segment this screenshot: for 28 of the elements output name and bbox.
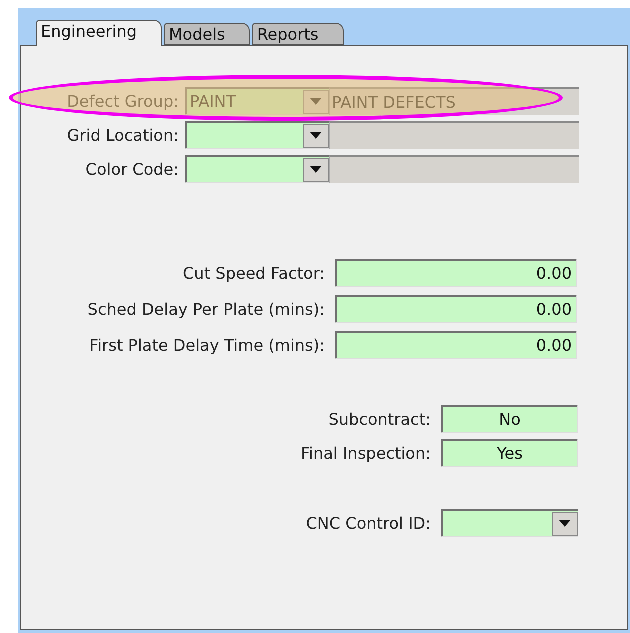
dropdown-button[interactable] xyxy=(303,124,329,148)
tab[interactable]: Engineering xyxy=(36,20,162,46)
field-label: Cut Speed Factor: xyxy=(182,264,325,282)
number-field[interactable]: 0.00 xyxy=(335,331,577,359)
caret-icon xyxy=(559,520,571,527)
caret-icon xyxy=(310,98,322,105)
tab[interactable]: Models xyxy=(164,23,250,45)
dropdown-button[interactable] xyxy=(303,158,329,182)
field-label: Sched Delay Per Plate (mins): xyxy=(86,300,325,318)
description-field: PAINT DEFECTS xyxy=(329,87,579,115)
dropdown-field[interactable] xyxy=(441,509,578,537)
field-label: Final Inspection: xyxy=(300,444,431,462)
value-field[interactable]: Yes xyxy=(441,439,578,467)
value-field[interactable]: No xyxy=(441,405,578,433)
dropdown-field[interactable] xyxy=(185,155,329,183)
tab[interactable]: Reports xyxy=(252,23,344,45)
caret-icon xyxy=(310,166,322,173)
field-label: Defect Group: xyxy=(66,92,179,110)
field-label: CNC Control ID: xyxy=(305,514,431,532)
number-field[interactable]: 0.00 xyxy=(335,295,577,323)
field-label: Color Code: xyxy=(84,160,179,178)
number-field[interactable]: 0.00 xyxy=(335,259,577,287)
field-label: Subcontract: xyxy=(328,410,431,428)
dropdown-button[interactable] xyxy=(552,512,578,536)
field-label: Grid Location: xyxy=(66,126,179,144)
dropdown-field[interactable] xyxy=(185,121,329,149)
caret-icon xyxy=(310,132,322,139)
field-label: First Plate Delay Time (mins): xyxy=(88,336,325,354)
